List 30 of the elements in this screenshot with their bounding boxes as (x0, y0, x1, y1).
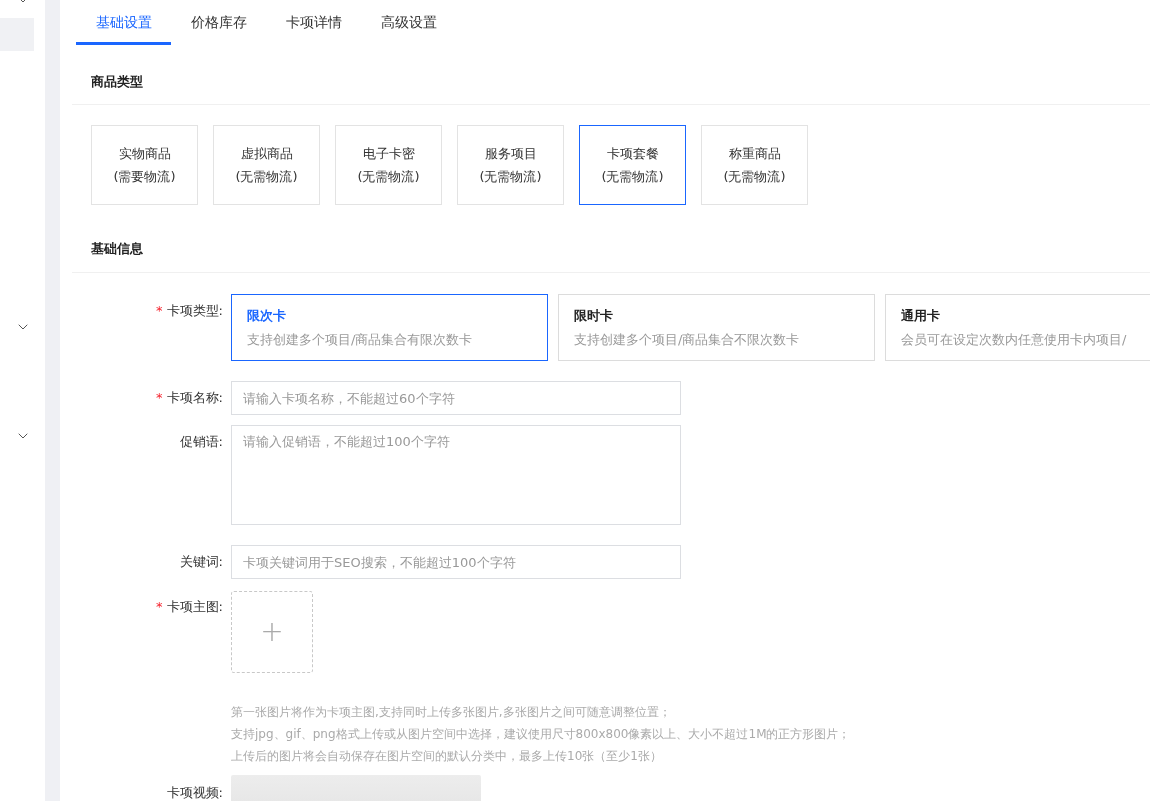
card-type-option[interactable]: 限时卡 支持创建多个项目/商品集合不限次数卡 (558, 294, 875, 361)
product-type-option[interactable]: 称重商品 (无需物流) (701, 125, 808, 205)
hint-text: 上传后的图片将会自动保存在图片空间的默认分类中，最多上传10张（至少1张） (231, 748, 662, 765)
section-title: 基础信息 (91, 241, 143, 256)
field-label: 关键词: (179, 553, 223, 571)
section-title: 商品类型 (91, 74, 143, 89)
required-mark: * (156, 598, 163, 616)
text-area[interactable]: 请输入促销语，不能超过100个字符 (231, 425, 681, 525)
product-type-option[interactable]: 服务项目 (无需物流) (457, 125, 564, 205)
hint-text: 支持jpg、gif、png格式上传或从图片空间中选择，建议使用尺寸800x800像素以上、大小不超过1M的正方形图片； (231, 726, 851, 743)
tab[interactable]: 基础设置 (76, 0, 171, 45)
product-type-option[interactable]: 虚拟商品 (无需物流) (213, 125, 320, 205)
field-label: 卡项名称: (166, 389, 223, 407)
field-label: 卡项主图: (166, 598, 223, 616)
required-mark: * (156, 389, 163, 407)
tab[interactable]: 卡项详情 (266, 0, 361, 45)
field-label: 卡项类型: (166, 302, 223, 320)
hint-text: 第一张图片将作为卡项主图,支持同时上传多张图片,多张图片之间可随意调整位置； (231, 704, 671, 721)
text-field[interactable]: 请输入卡项名称，不能超过60个字符 (231, 381, 681, 415)
field-label: 卡项视频: (166, 784, 223, 801)
tab[interactable]: 高级设置 (361, 0, 456, 45)
card-type-option[interactable]: 限次卡 支持创建多个项目/商品集合有限次数卡 (231, 294, 548, 361)
text-field[interactable]: 卡项关键词用于SEO搜索，不能超过100个字符 (231, 545, 681, 579)
field-label: 促销语: (179, 433, 223, 451)
product-type-option[interactable]: 实物商品 (需要物流) (91, 125, 198, 205)
tab[interactable]: 价格库存 (171, 0, 266, 45)
card-type-option[interactable]: 通用卡 会员可在设定次数内任意使用卡内项目/ (885, 294, 1150, 361)
product-type-option[interactable]: 卡项套餐 (无需物流) (579, 125, 686, 205)
product-type-option[interactable]: 电子卡密 (无需物流) (335, 125, 442, 205)
required-mark: * (156, 302, 163, 320)
